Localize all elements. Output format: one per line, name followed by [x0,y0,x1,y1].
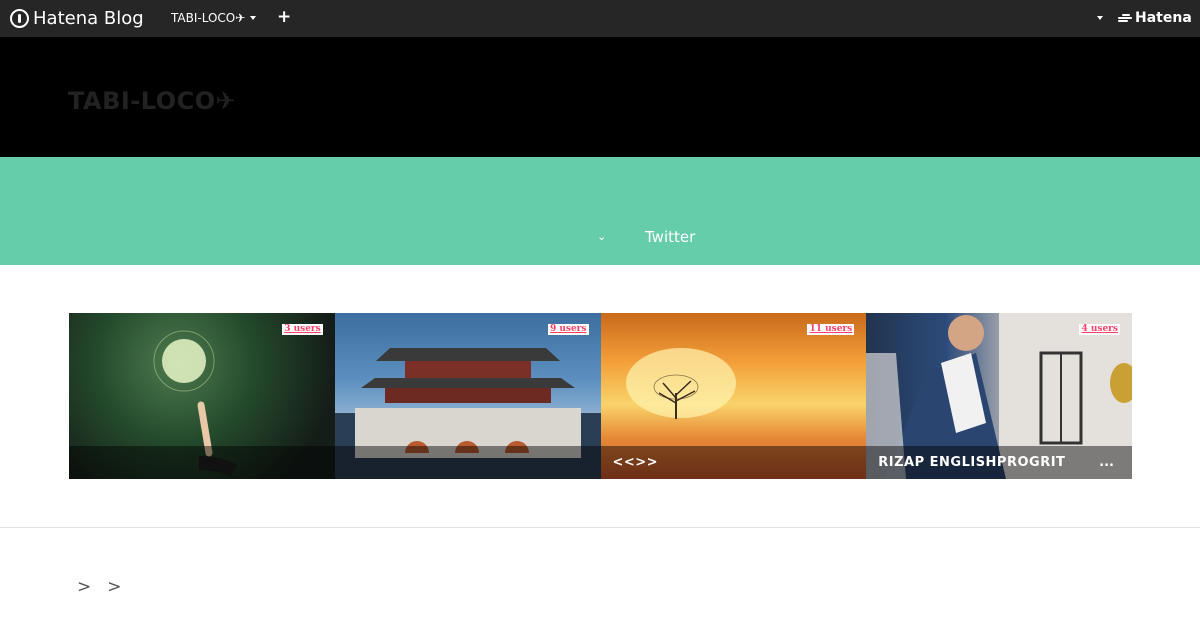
breadcrumb: > > [77,577,122,597]
add-post-button[interactable]: + [277,7,291,27]
card-title-ellipsis: ... [1099,455,1114,470]
user-menu-caret-icon[interactable] [1097,16,1103,20]
card-overlay [69,446,335,479]
hatena-blog-logo[interactable]: Hatena Blog [10,7,144,29]
bookmark-users-badge[interactable]: 3 users [282,324,323,335]
blog-title[interactable]: TABI-LOCO✈ [68,87,236,115]
hatena-topbar: Hatena Blog TABI-LOCO✈ + Hatena [0,0,1200,37]
blog-header: TABI-LOCO✈ [0,37,1200,157]
nav-twitter-link[interactable]: Twitter [645,228,695,246]
chevron-down-icon[interactable]: ⌄ [597,230,606,243]
hatena-logo-text: Hatena [1135,10,1192,26]
bookmark-users-badge[interactable]: 11 users [807,324,855,335]
hatena-logo[interactable]: Hatena [1118,10,1192,26]
global-nav [0,157,1200,265]
bookmark-users-badge[interactable]: 4 users [1079,324,1120,335]
featured-card[interactable]: 11 users <<>> [600,313,867,479]
card-title[interactable]: <<>> [613,455,659,470]
breadcrumb-separator: > [77,577,92,597]
bookmark-users-badge[interactable]: 9 users [547,324,589,335]
hatena-blog-logo-text: Hatena Blog [33,7,144,29]
section-divider [0,527,1200,528]
featured-entries: 3 users 9 users 11 users <<>> 4 users RI… [69,313,1132,479]
hatena-blog-icon [10,8,29,28]
card-title[interactable]: RIZAP ENGLISHPROGRIT [878,455,1065,470]
featured-card[interactable]: 3 users [69,313,335,479]
featured-card[interactable]: 4 users RIZAP ENGLISHPROGRIT ... [866,313,1132,479]
featured-card[interactable]: 9 users [334,313,601,479]
breadcrumb-separator: > [107,577,122,597]
caret-down-icon [250,16,257,20]
blog-switcher-label: TABI-LOCO✈ [171,11,246,25]
hatena-wave-icon [1118,13,1132,23]
card-overlay [334,446,601,479]
blog-switcher[interactable]: TABI-LOCO✈ [171,11,257,25]
